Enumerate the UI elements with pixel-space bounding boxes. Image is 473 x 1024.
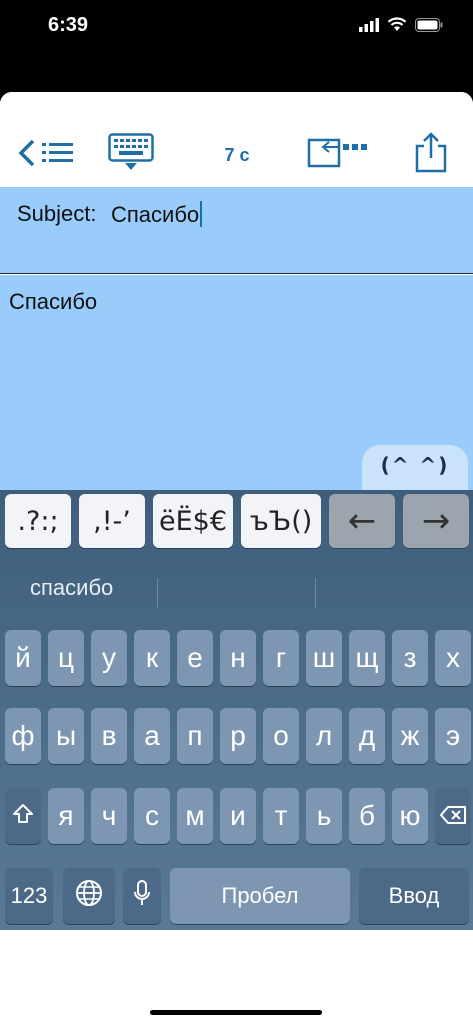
cursor-left-key[interactable]: ← — [329, 494, 395, 548]
insert-text-icon — [302, 135, 368, 174]
chevron-left-icon — [16, 138, 36, 173]
status-time: 6:39 — [48, 14, 89, 36]
toolbar: 7 c — [0, 92, 473, 187]
key-letter[interactable]: ж — [392, 708, 428, 764]
globe-icon — [75, 879, 103, 914]
key-letter[interactable]: л — [306, 708, 342, 764]
key-letter[interactable]: р — [220, 708, 256, 764]
shift-key[interactable] — [5, 788, 41, 844]
cursor-right-key[interactable]: → — [403, 494, 469, 548]
key-letter[interactable]: о — [263, 708, 299, 764]
return-key[interactable]: Ввод — [359, 868, 469, 924]
key-letter[interactable]: ь — [306, 788, 342, 844]
battery-icon — [415, 17, 443, 37]
key-letter[interactable]: е — [177, 630, 213, 686]
key-letter[interactable]: б — [349, 788, 385, 844]
key-letter[interactable]: к — [134, 630, 170, 686]
char-count-label: 7 c — [224, 144, 250, 165]
key-letter[interactable]: п — [177, 708, 213, 764]
numbers-key[interactable]: 123 — [5, 868, 53, 924]
key-letter[interactable]: с — [134, 788, 170, 844]
subject-value: Спасибо — [111, 202, 200, 227]
microphone-icon — [133, 879, 151, 914]
key-letter[interactable]: м — [177, 788, 213, 844]
character-count: 7 c — [212, 142, 262, 168]
symbol-key-punct2[interactable]: ,!-’ — [79, 494, 145, 548]
back-list-button[interactable] — [10, 136, 80, 174]
list-icon — [42, 141, 74, 170]
symbol-key-punct[interactable]: .?:; — [5, 494, 71, 548]
key-letter[interactable]: х — [435, 630, 471, 686]
share-button[interactable] — [408, 131, 454, 178]
suggestion-divider — [315, 578, 316, 608]
key-letter[interactable]: щ — [349, 630, 385, 686]
wifi-icon — [387, 17, 407, 37]
key-letter[interactable]: ф — [5, 708, 41, 764]
key-letter[interactable]: ш — [306, 630, 342, 686]
keyboard-icon — [108, 132, 154, 176]
status-bar: 6:39 — [0, 0, 473, 56]
subject-label: Subject: — [17, 201, 97, 226]
keyboard-toggle-button[interactable] — [106, 132, 156, 176]
key-letter[interactable]: э — [435, 708, 471, 764]
insert-button[interactable] — [300, 134, 370, 174]
key-letter[interactable]: в — [91, 708, 127, 764]
space-key[interactable]: Пробел — [170, 868, 350, 924]
keyboard: .?:; ,!-’ ëË$€ ъЪ() ← → спасибо й ц у к … — [0, 490, 473, 930]
suggestion-bar: спасибо — [0, 566, 473, 610]
suggestion-divider — [157, 578, 158, 608]
key-letter[interactable]: н — [220, 630, 256, 686]
key-letter[interactable]: и — [220, 788, 256, 844]
dictation-key[interactable] — [123, 868, 161, 924]
smiley-tab[interactable]: (^ ^) — [362, 445, 468, 495]
key-letter[interactable]: й — [5, 630, 41, 686]
subject-field[interactable]: Subject: Спасибо — [0, 187, 473, 274]
symbol-key-accents[interactable]: ëË$€ — [153, 494, 233, 548]
symbol-key-hard-sign[interactable]: ъЪ() — [241, 494, 321, 548]
text-caret — [200, 201, 203, 227]
shift-icon — [12, 800, 34, 832]
key-letter[interactable]: д — [349, 708, 385, 764]
signal-icon — [359, 17, 379, 37]
key-letter[interactable]: г — [263, 630, 299, 686]
home-indicator[interactable] — [150, 1010, 322, 1015]
key-letter[interactable]: ы — [48, 708, 84, 764]
globe-key[interactable] — [63, 868, 115, 924]
key-letter[interactable]: ю — [392, 788, 428, 844]
key-letter[interactable]: ц — [48, 630, 84, 686]
key-letter[interactable]: я — [48, 788, 84, 844]
status-icons — [359, 17, 443, 37]
backspace-icon — [439, 800, 467, 832]
backspace-key[interactable] — [435, 788, 471, 844]
key-letter[interactable]: у — [91, 630, 127, 686]
key-letter[interactable]: ч — [91, 788, 127, 844]
key-letter[interactable]: т — [263, 788, 299, 844]
message-body-text: Спасибо — [9, 289, 98, 314]
key-letter[interactable]: а — [134, 708, 170, 764]
key-letter[interactable]: з — [392, 630, 428, 686]
share-icon — [414, 131, 448, 178]
subject-input[interactable]: Спасибо — [111, 201, 203, 228]
suggestion-word[interactable]: спасибо — [30, 575, 113, 601]
